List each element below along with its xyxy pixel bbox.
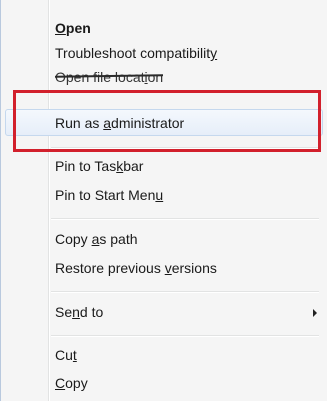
menu-item-cut[interactable]: Cut: [5, 342, 323, 369]
menu-item-open[interactable]: Open: [5, 15, 323, 42]
menu-item-restore-previous-versions-label: Restore previous versions: [55, 260, 217, 276]
menu-item-copy[interactable]: Copy: [5, 370, 323, 397]
menu-item-send-to-label: Send to: [55, 304, 104, 320]
menu-item-copy-label: Copy: [55, 375, 88, 391]
menu-item-copy-as-path-label: Copy as path: [55, 231, 138, 247]
menu-separator: [51, 335, 319, 337]
menu-item-copy-as-path[interactable]: Copy as path: [5, 226, 323, 253]
menu-item-pin-to-start-menu-label: Pin to Start Menu: [55, 187, 164, 203]
context-menu: Open Troubleshoot compatibility Open fil…: [0, 0, 327, 401]
menu-separator: [51, 218, 319, 220]
menu-item-cut-label: Cut: [55, 347, 77, 363]
menu-item-troubleshoot-compatibility[interactable]: Troubleshoot compatibility: [5, 40, 323, 67]
menu-separator: [51, 291, 319, 293]
annotation-highlight-box: [13, 90, 321, 152]
menu-item-pin-to-start-menu[interactable]: Pin to Start Menu: [5, 182, 323, 209]
menu-item-open-file-location-label: Open file location: [54, 64, 164, 91]
menu-item-open-label: Open: [55, 20, 91, 36]
menu-item-troubleshoot-label: Troubleshoot compatibility: [55, 45, 218, 61]
menu-item-send-to[interactable]: Send to: [5, 299, 323, 326]
menu-item-pin-to-taskbar[interactable]: Pin to Taskbar: [5, 153, 323, 180]
submenu-arrow-icon: [313, 309, 317, 317]
menu-item-open-file-location[interactable]: Open file location: [5, 64, 323, 91]
menu-item-restore-previous-versions[interactable]: Restore previous versions: [5, 255, 323, 282]
menu-item-pin-to-taskbar-label: Pin to Taskbar: [55, 158, 144, 174]
